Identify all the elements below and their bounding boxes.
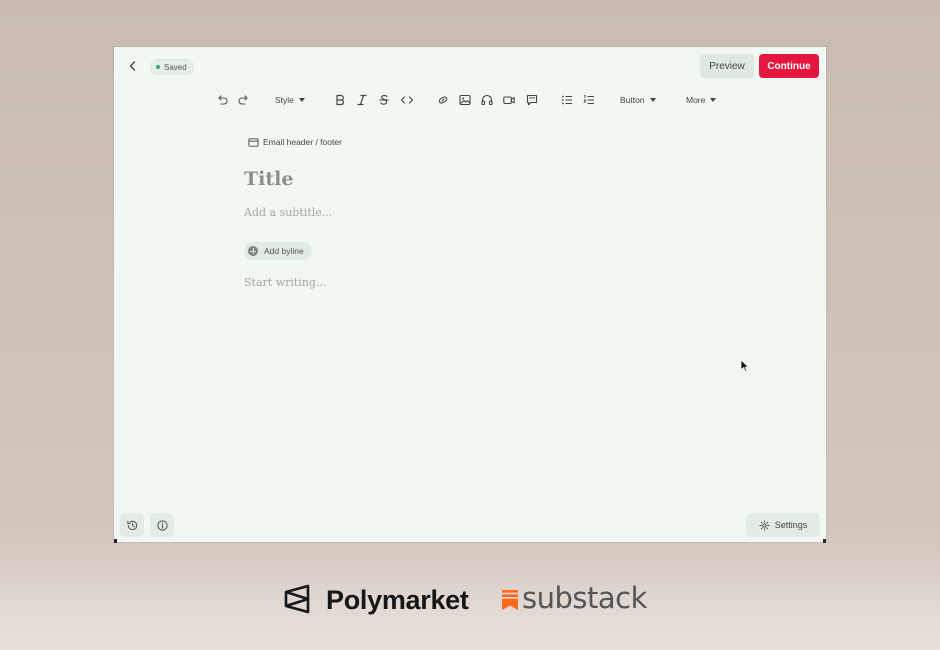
editor-window: Saved Preview Continue Style Button More… <box>114 47 826 542</box>
window-bottom-edge <box>114 539 826 543</box>
caret-down-icon <box>298 98 305 102</box>
add-byline-label: Add byline <box>264 246 304 256</box>
image-icon[interactable] <box>458 93 472 107</box>
video-icon[interactable] <box>502 93 516 107</box>
settings-button[interactable]: Settings <box>746 513 820 537</box>
strikethrough-icon[interactable] <box>377 93 391 107</box>
partner-logos: Polymarket substack <box>0 580 940 620</box>
info-icon <box>156 519 168 531</box>
info-button[interactable] <box>150 513 174 537</box>
polymarket-wordmark: Polymarket <box>326 585 469 615</box>
gear-icon <box>759 519 770 531</box>
link-icon[interactable] <box>436 93 450 107</box>
more-dropdown[interactable]: More <box>686 93 717 107</box>
subtitle-input[interactable]: Add a subtitle... <box>244 204 694 222</box>
polymarket-logo-icon <box>284 584 310 614</box>
mouse-pointer-icon <box>740 359 749 372</box>
bold-icon[interactable] <box>333 93 347 107</box>
formatting-toolbar: Style Button More <box>114 90 826 110</box>
email-header-icon <box>248 137 259 147</box>
version-history-button[interactable] <box>120 513 144 537</box>
code-icon[interactable] <box>400 93 414 107</box>
style-dropdown[interactable]: Style <box>275 93 305 107</box>
redo-icon[interactable] <box>237 93 251 107</box>
italic-icon[interactable] <box>355 93 369 107</box>
caret-down-icon <box>710 98 717 102</box>
email-header-footer-label: Email header / footer <box>263 137 342 147</box>
body-editor[interactable]: Start writing... <box>244 274 694 292</box>
more-dropdown-label: More <box>686 95 706 105</box>
button-dropdown-label: Button <box>620 95 645 105</box>
substack-logo-icon <box>502 590 518 610</box>
button-dropdown[interactable]: Button <box>620 93 656 107</box>
saved-label: Saved <box>164 62 187 72</box>
style-dropdown-label: Style <box>275 95 294 105</box>
preview-button[interactable]: Preview <box>700 54 754 78</box>
title-input[interactable]: Title <box>244 165 694 193</box>
substack-wordmark: substack <box>522 581 647 615</box>
continue-button[interactable]: Continue <box>759 54 819 78</box>
undo-icon[interactable] <box>215 93 229 107</box>
caret-down-icon <box>649 98 656 102</box>
email-header-footer-button[interactable]: Email header / footer <box>248 135 342 149</box>
bulleted-list-icon[interactable] <box>560 93 574 107</box>
numbered-list-icon[interactable] <box>582 93 596 107</box>
settings-label: Settings <box>774 520 808 530</box>
comment-icon[interactable] <box>525 93 539 107</box>
plus-circle-icon <box>248 246 258 256</box>
chevron-left-icon <box>129 61 136 71</box>
audio-icon[interactable] <box>480 93 494 107</box>
add-byline-button[interactable]: Add byline <box>244 242 312 260</box>
back-button[interactable] <box>126 59 140 73</box>
saved-status-badge: Saved <box>150 59 194 75</box>
history-icon <box>126 520 137 530</box>
saved-dot-icon <box>156 65 160 69</box>
